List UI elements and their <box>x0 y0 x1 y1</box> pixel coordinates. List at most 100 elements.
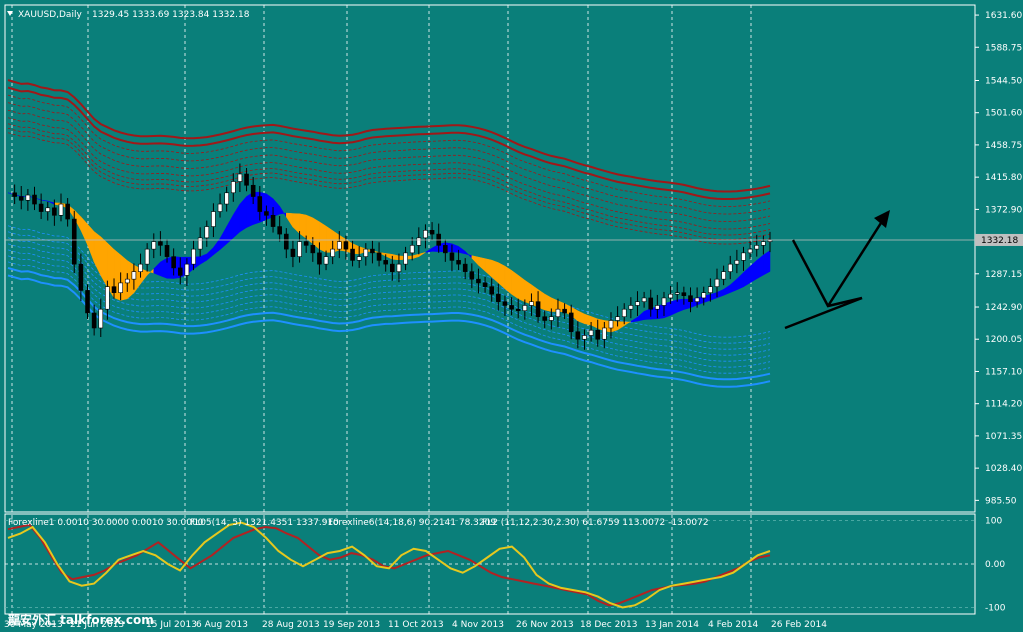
candle-body <box>595 329 601 340</box>
y-tick-label: 1501.60 <box>985 109 1022 119</box>
candle-body <box>443 245 448 254</box>
candle-body <box>118 282 123 293</box>
x-tick-label: 28 Aug 2013 <box>262 620 320 630</box>
y-tick-label: 985.50 <box>985 496 1017 506</box>
candle-body <box>290 248 296 257</box>
trend-band-segment <box>763 250 771 276</box>
candle-body <box>204 226 210 239</box>
candle-body <box>515 308 521 312</box>
candle-body <box>694 297 700 302</box>
candle-body <box>615 316 620 321</box>
candle-body <box>71 218 77 265</box>
candle-body <box>244 173 249 186</box>
candle-body <box>648 297 654 310</box>
candle-body <box>317 252 322 265</box>
x-tick-label: 19 Sep 2013 <box>323 620 380 630</box>
candle-body <box>423 230 428 239</box>
candle-body <box>264 211 269 216</box>
candle-body <box>383 260 388 265</box>
x-tick-label: 13 Jan 2014 <box>645 620 699 630</box>
y-tick-label: 1071.35 <box>985 432 1022 442</box>
candle-body <box>655 305 660 310</box>
candle-body <box>91 312 97 329</box>
candle-body <box>211 211 216 227</box>
trend-band-segment <box>246 191 254 228</box>
candle-body <box>661 297 667 306</box>
candle-body <box>688 295 693 302</box>
candle-body <box>224 192 229 205</box>
x-tick-label: 26 Feb 2014 <box>771 620 827 630</box>
trading-chart[interactable]: 100 0.00 -100 Forexline1 0.0010 30.0000 0.0… <box>0 0 1023 632</box>
candle-body <box>138 263 143 272</box>
candle-body <box>111 286 117 293</box>
candle-body <box>337 241 342 250</box>
candle-body <box>608 320 614 329</box>
oscillator-tick-label: 0.00 <box>985 560 1005 570</box>
candle-body <box>727 263 733 272</box>
candle-body <box>171 256 176 269</box>
candle-body <box>131 271 137 280</box>
candle-body <box>330 248 335 257</box>
x-tick-label: 18 Dec 2013 <box>580 620 638 630</box>
candle-body <box>549 316 554 321</box>
oscillator-tick-label: -100 <box>985 603 1006 613</box>
trend-band-segment <box>160 257 168 279</box>
candle-body <box>674 292 680 295</box>
candle-body <box>502 301 508 306</box>
candle-body <box>668 293 673 299</box>
y-tick-label: 1287.15 <box>985 270 1022 280</box>
candle-body <box>761 241 766 246</box>
candle-body <box>45 207 51 212</box>
candle-body <box>350 248 355 261</box>
indicator-legend-text: Forexline6(14,18,6) 90.2141 78.3209 <box>328 518 496 528</box>
candle-body <box>323 256 329 265</box>
candle-body <box>343 241 349 250</box>
chart-background <box>0 0 1023 632</box>
oscillator-tick-label: 100 <box>985 517 1002 527</box>
candle-body <box>98 308 104 329</box>
indicator-legend-text: FL05(14, 5) 1321.4351 1337.910 <box>190 518 339 528</box>
candle-body <box>390 263 395 272</box>
candle-body <box>456 260 461 265</box>
candle-body <box>482 282 488 287</box>
trend-band-segment <box>312 217 320 250</box>
candle-body <box>363 248 369 257</box>
y-tick-label: 1631.60 <box>985 11 1022 21</box>
candle-body <box>429 230 435 235</box>
candle-body <box>681 292 687 296</box>
candle-body <box>85 290 90 314</box>
y-tick-label: 1544.50 <box>985 76 1022 86</box>
y-tick-label: 1415.80 <box>985 173 1022 183</box>
candle-body <box>12 192 17 197</box>
candle-body <box>105 286 110 310</box>
candle-body <box>496 293 501 302</box>
y-tick-label: 1458.75 <box>985 141 1022 151</box>
candle-body <box>754 245 760 250</box>
candle-body <box>403 252 408 265</box>
candle-body <box>124 278 130 284</box>
candle-body <box>257 196 263 212</box>
indicator-legend-text: Forexline1 0.0010 30.0000 0.0010 30.0000 <box>8 518 204 528</box>
candle-body <box>535 301 541 318</box>
symbol-title: XAUUSD,Daily <box>18 10 82 20</box>
trend-band-segment <box>305 214 314 245</box>
candle-body <box>297 241 302 257</box>
candle-body <box>38 203 44 212</box>
trend-band-segment <box>517 274 526 303</box>
x-tick-label: 6 Aug 2013 <box>196 620 248 630</box>
y-tick-label: 1028.40 <box>985 464 1022 474</box>
watermark: 龍安外汇 talkforex.com <box>8 612 154 627</box>
candle-body <box>65 203 70 220</box>
candle-body <box>542 316 548 321</box>
y-tick-label: 1372.90 <box>985 205 1022 215</box>
y-tick-label: 1200.05 <box>985 335 1022 345</box>
x-tick-label: 4 Feb 2014 <box>708 620 759 630</box>
y-tick-label: 1157.10 <box>985 367 1022 377</box>
candle-body <box>575 331 581 340</box>
trend-band-segment <box>511 269 519 300</box>
candle-body <box>555 308 561 318</box>
candle-body <box>714 278 720 287</box>
trend-band-segment <box>325 225 333 253</box>
candle-body <box>32 194 37 205</box>
candle-body <box>489 286 495 295</box>
